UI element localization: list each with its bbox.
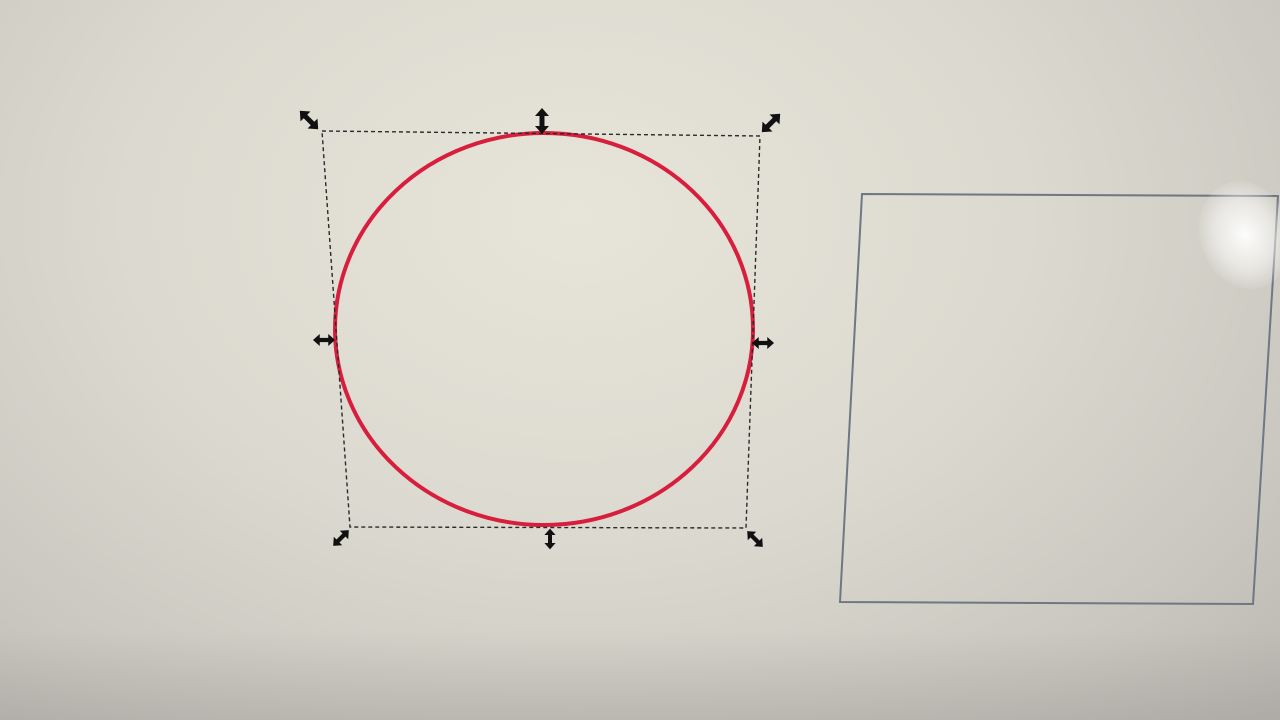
resize-diagonal-ne-sw-icon[interactable]: [757, 109, 785, 137]
drawing-canvas[interactable]: [0, 0, 1280, 720]
resize-horizontal-icon[interactable]: [312, 334, 336, 346]
resize-diagonal-nw-se-icon[interactable]: [743, 527, 767, 551]
resize-diagonal-ne-sw-icon[interactable]: [329, 526, 353, 550]
resize-diagonal-nw-se-icon[interactable]: [295, 106, 323, 134]
resize-horizontal-icon[interactable]: [751, 337, 775, 349]
resize-vertical-icon[interactable]: [544, 528, 556, 550]
rectangle-object[interactable]: [838, 192, 1280, 606]
canvas-surface[interactable]: [0, 0, 1280, 720]
ellipse-object[interactable]: [333, 131, 755, 527]
resize-vertical-icon[interactable]: [535, 108, 549, 134]
